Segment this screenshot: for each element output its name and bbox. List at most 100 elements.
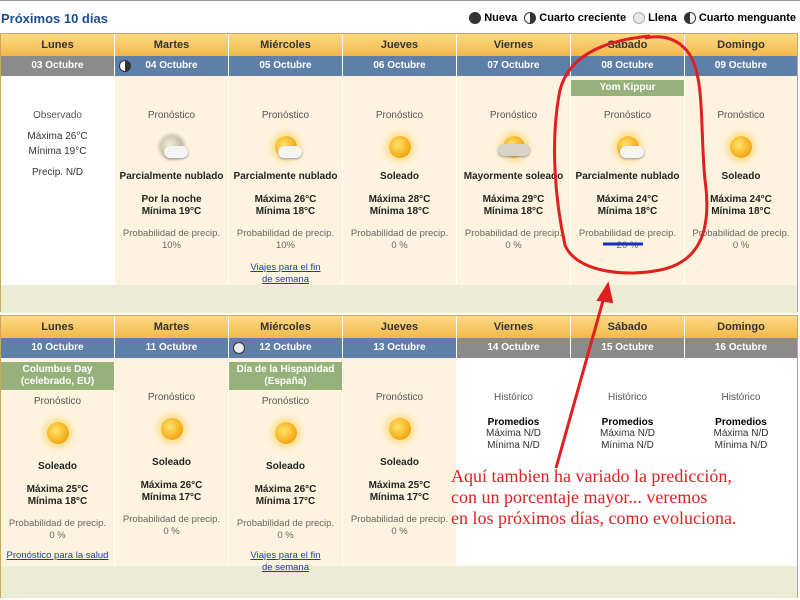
health-forecast-link[interactable]: Pronóstico para la salud <box>1 550 114 562</box>
day-date: 08 Octubre <box>571 56 685 76</box>
date-label: 06 Octubre <box>373 60 426 71</box>
day-name: Miércoles <box>229 34 343 56</box>
forecast-cells-row: Observado Máxima 26°C Mínima 19°C Precip… <box>1 76 797 285</box>
weekend-travel-link[interactable]: Viajes para el fin de semana <box>229 550 342 574</box>
day-name: Jueves <box>343 316 457 338</box>
max-temp: Máxima 26°C <box>27 131 88 142</box>
date-label: 09 Octubre <box>714 60 768 71</box>
min-temp: Mínima N/D <box>487 440 540 451</box>
day-cell-historic: Histórico Promedios Máxima N/D Mínima N/… <box>457 358 571 566</box>
day-cell-forecast: Columbus Day (celebrado, EU) Pronóstico … <box>1 358 115 566</box>
annotation-line: Aquí tambien ha variado la predicción, <box>451 466 732 486</box>
precip-label: Probabilidad de precip. <box>122 514 221 525</box>
cell-kind: Pronóstico <box>603 110 652 121</box>
annotation-text: Aquí tambien ha variado la predicción, c… <box>451 466 796 529</box>
moon-phase-legend: Nueva Cuarto creciente Llena Cuarto meng… <box>465 12 796 24</box>
full-moon-icon <box>633 12 646 24</box>
min-temp: Mínima 17°C <box>255 496 316 507</box>
precip-value: 0 % <box>391 240 408 251</box>
header-bar: Próximos 10 días Nueva Cuarto creciente … <box>0 0 800 32</box>
precip: Probabilidad de precip. 0 % <box>1 518 114 542</box>
min-temp: Mínima 18°C <box>711 206 771 217</box>
day-cell-forecast: Pronóstico Mayormente soleado Máxima 29°… <box>457 76 571 285</box>
partly-cloudy-night-icon <box>154 129 190 165</box>
legend-label-new: Nueva <box>484 12 518 24</box>
day-names-row: Lunes Martes Miércoles Jueves Viernes Sá… <box>1 34 797 56</box>
day-cell-forecast: Pronóstico Soleado Máxima 24°C Mínima 18°… <box>685 76 797 285</box>
day-date: 10 Octubre <box>1 338 115 358</box>
date-label: 05 Octubre <box>259 60 312 71</box>
week-footer-strip <box>1 566 797 598</box>
temps: Máxima 28°C Mínima 18°C <box>343 194 456 218</box>
min-temp: Mínima 18°C <box>27 496 88 507</box>
cell-kind: Histórico <box>608 392 647 403</box>
weekend-travel-link[interactable]: Viajes para el fin de semana <box>229 262 342 286</box>
precip-value: 10% <box>275 240 295 251</box>
precip-label: Probabilidad de precip. <box>578 228 677 239</box>
date-label: 11 Octubre <box>145 342 198 353</box>
cell-kind: Pronóstico <box>33 396 82 407</box>
max-temp: Máxima 25°C <box>26 484 89 495</box>
day-cell-observed: Observado Máxima 26°C Mínima 19°C Precip… <box>1 76 115 285</box>
date-label: 15 Octubre <box>601 342 654 353</box>
day-name: Sábado <box>571 316 685 338</box>
cell-kind: Observado <box>33 110 82 121</box>
condition-text: Soleado <box>380 171 419 182</box>
week-1-table: Lunes Martes Miércoles Jueves Viernes Sá… <box>0 33 798 313</box>
min-temp: Mínima 19°C <box>28 146 87 157</box>
precip-label: Probabilidad de precip. <box>236 518 335 529</box>
day-name: Miércoles <box>229 316 343 338</box>
precip-label: Probabilidad de precip. <box>464 228 563 239</box>
day-name: Lunes <box>1 316 115 338</box>
annotation-line: con un porcentaje mayor... veremos <box>451 487 708 507</box>
holiday-label: Columbus Day (celebrado, EU) <box>1 362 114 390</box>
max-temp: Máxima 28°C <box>368 194 431 205</box>
cell-kind: Histórico <box>494 392 533 403</box>
condition-text: Soleado <box>152 457 191 468</box>
min-temp: Mínima 17°C <box>141 492 202 503</box>
min-temp: Mínima 18°C <box>483 206 544 217</box>
day-name: Viernes <box>457 34 571 56</box>
min-temp: Mínima 19°C <box>141 206 202 217</box>
max-temp: Máxima 29°C <box>482 194 545 205</box>
precip: Probabilidad de precip. 0 % <box>343 514 456 538</box>
cell-kind: Pronóstico <box>717 110 765 121</box>
min-temp: Mínima 18°C <box>255 206 316 217</box>
precip-label: Probabilidad de precip. <box>122 228 221 239</box>
max-temp: Máxima 26°C <box>140 480 203 491</box>
condition-text: Parcialmente nublado <box>119 171 224 182</box>
min-temp: Mínima N/D <box>714 440 768 451</box>
day-cell-forecast: Pronóstico Parcialmente nublado Por la n… <box>115 76 229 285</box>
holiday-label: Día de la Hispanidad (España) <box>229 362 342 390</box>
day-name: Martes <box>115 34 229 56</box>
first-quarter-moon-icon <box>524 12 537 24</box>
date-label: 10 Octubre <box>31 342 84 353</box>
day-name: Sábado <box>571 34 685 56</box>
sun-icon <box>723 129 759 165</box>
annotation-line: en los próximos días, como evoluciona. <box>451 508 737 528</box>
temps: Máxima 25°C Mínima 18°C <box>1 484 114 508</box>
day-cell-forecast: Pronóstico Soleado Máxima 25°C Mínima 17°… <box>343 358 457 566</box>
min-temp: Mínima 17°C <box>369 492 430 503</box>
day-date: 12 Octubre <box>229 338 343 358</box>
cell-kind: Pronóstico <box>261 110 310 121</box>
day-cell-forecast: Pronóstico Soleado Máxima 28°C Mínima 18°… <box>343 76 457 285</box>
cell-kind: Pronóstico <box>147 392 196 403</box>
precip: Probabilidad de precip. 20 % <box>571 228 684 252</box>
max-temp: Máxima N/D <box>599 428 655 439</box>
precip-label: Probabilidad de precip. <box>8 518 107 529</box>
max-temp: Máxima N/D <box>485 428 541 439</box>
partly-cloudy-icon <box>610 129 646 165</box>
precip-label: Probabilidad de precip. <box>692 228 790 239</box>
precip-label: Probabilidad de precip. <box>350 228 449 239</box>
partly-cloudy-icon <box>268 129 304 165</box>
day-date: 06 Octubre <box>343 56 457 76</box>
day-date: 04 Octubre <box>115 56 229 76</box>
legend-label-full: Llena <box>648 12 677 24</box>
cell-kind: Pronóstico <box>147 110 196 121</box>
precip-value: 20 % <box>616 240 639 251</box>
date-label: 08 Octubre <box>601 60 654 71</box>
condition-text: Mayormente soleado <box>463 171 564 182</box>
day-cell-forecast: Pronóstico Parcialmente nublado Máxima 2… <box>229 76 343 285</box>
dates-row: 03 Octubre 04 Octubre 05 Octubre 06 Octu… <box>1 56 797 76</box>
